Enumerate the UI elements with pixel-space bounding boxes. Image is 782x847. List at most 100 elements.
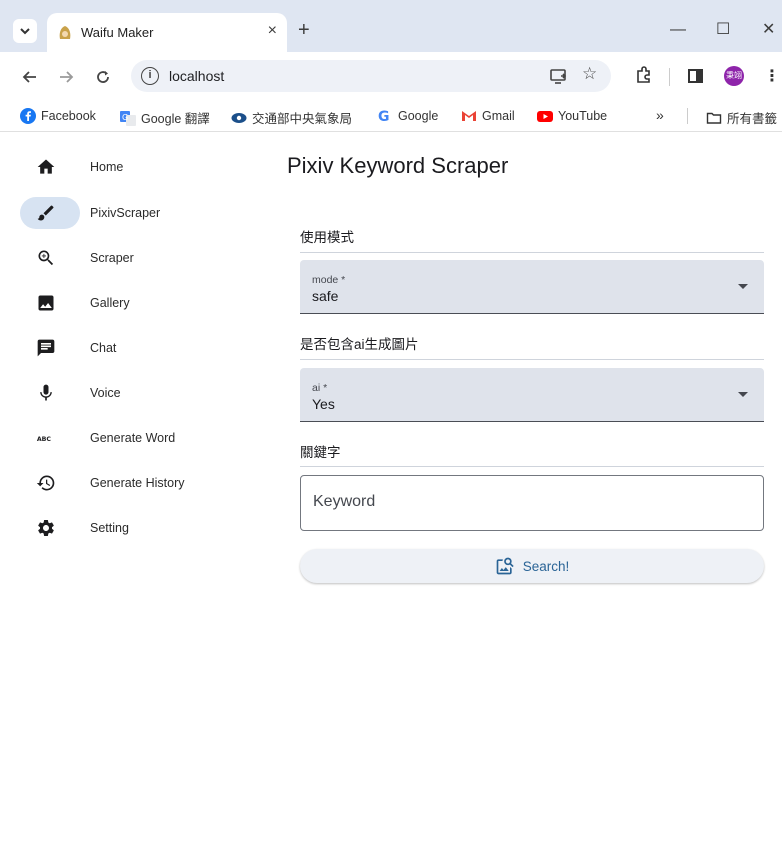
- section-divider: [300, 466, 764, 467]
- sidebar-item-scraper[interactable]: Scraper: [20, 242, 260, 274]
- bookmark-label: 所有書籤: [727, 112, 778, 126]
- app-content: Home PixivScraper Scraper Gallery Chat V…: [0, 133, 782, 847]
- bookmark-youtube[interactable]: YouTube: [537, 108, 607, 124]
- sidebar-item-label: Generate History: [90, 476, 185, 490]
- image-icon: [38, 295, 54, 311]
- brush-icon: [37, 205, 54, 221]
- keyword-input[interactable]: [313, 493, 743, 511]
- history-icon: [36, 475, 55, 491]
- youtube-icon: [537, 111, 553, 122]
- reload-icon[interactable]: [93, 67, 113, 87]
- sidebar-item-home[interactable]: Home: [20, 151, 260, 183]
- google-translate-icon: G: [120, 110, 136, 126]
- sidebar-item-label: Gallery: [90, 296, 130, 310]
- abc-icon: ABC: [37, 436, 52, 443]
- ai-select-value: Yes: [312, 396, 335, 412]
- sidebar-item-generate-word[interactable]: ABC Generate Word: [20, 422, 260, 454]
- tab-title: Waifu Maker: [81, 25, 154, 40]
- address-url[interactable]: localhost: [169, 68, 224, 84]
- keyword-section-heading: 關鍵字: [300, 445, 341, 460]
- mode-select-label: mode *: [312, 274, 346, 286]
- ai-select-label: ai *: [312, 382, 328, 394]
- ai-section-heading: 是否包含ai生成圖片: [300, 337, 419, 352]
- bookmark-google-translate[interactable]: G Google 翻譯: [120, 108, 210, 127]
- page-title: Pixiv Keyword Scraper: [287, 153, 509, 178]
- dropdown-arrow-icon: [738, 392, 748, 397]
- chevron-down-icon: [20, 27, 30, 34]
- bookmark-label: Facebook: [41, 109, 96, 123]
- mode-section-heading: 使用模式: [300, 230, 354, 245]
- sidebar-item-pixivscraper[interactable]: PixivScraper: [20, 197, 260, 229]
- home-icon: [37, 159, 55, 174]
- sidebar-item-generate-history[interactable]: Generate History: [20, 467, 260, 499]
- install-app-icon[interactable]: [549, 66, 569, 86]
- profile-avatar[interactable]: 秉翊: [724, 66, 744, 86]
- bookmark-label: YouTube: [558, 109, 608, 123]
- tab-search-button[interactable]: [13, 19, 37, 43]
- browser-tab[interactable]: Waifu Maker ×: [47, 13, 287, 53]
- section-divider: [300, 359, 764, 360]
- svg-text:G: G: [378, 109, 390, 124]
- mode-select-value: safe: [312, 288, 339, 304]
- sidebar-item-chat[interactable]: Chat: [20, 332, 260, 364]
- window-close-button[interactable]: ✕: [762, 22, 775, 38]
- cwb-icon: [231, 112, 247, 123]
- browser-tabstrip: Waifu Maker × + — ☐ ✕: [0, 0, 782, 53]
- site-info-icon[interactable]: i: [141, 67, 159, 85]
- sidebar-item-label: Chat: [90, 341, 117, 355]
- google-icon: G: [378, 109, 390, 124]
- bookmark-label: 交通部中央氣象局: [252, 112, 353, 126]
- chat-icon: [37, 339, 55, 357]
- bookmark-google[interactable]: G Google: [377, 108, 438, 124]
- sidebar-item-setting[interactable]: Setting: [20, 512, 260, 544]
- svg-text:ABC: ABC: [37, 436, 52, 443]
- bookmark-gmail[interactable]: Gmail: [461, 108, 515, 124]
- sidebar-item-label: Setting: [90, 521, 129, 535]
- extensions-puzzle-icon[interactable]: [634, 65, 654, 85]
- maximize-button[interactable]: ☐: [716, 22, 730, 38]
- bookmark-label: Gmail: [482, 109, 515, 123]
- facebook-icon: [20, 108, 36, 124]
- browser-menu-icon[interactable]: ⋮: [764, 66, 780, 86]
- sidebar-item-label: Scraper: [90, 251, 134, 265]
- bookmark-facebook[interactable]: Facebook: [20, 108, 96, 124]
- bookmark-cwb[interactable]: 交通部中央氣象局: [231, 108, 352, 127]
- zoom-in-icon: [38, 250, 54, 266]
- gear-icon: [38, 520, 54, 536]
- search-button-label: Search!: [522, 558, 570, 574]
- sidebar-item-label: Voice: [90, 386, 121, 400]
- sidebar-item-voice[interactable]: Voice: [20, 377, 260, 409]
- bookmarks-overflow-button[interactable]: »: [656, 107, 664, 123]
- bookmark-label: Google 翻譯: [141, 112, 210, 126]
- address-bar[interactable]: i localhost ☆: [131, 60, 611, 92]
- image-search-icon: [496, 557, 514, 575]
- svg-text:G: G: [122, 113, 128, 122]
- dropdown-arrow-icon: [738, 284, 748, 289]
- waifu-favicon-icon: [59, 26, 71, 39]
- all-bookmarks-folder[interactable]: 所有書籤: [706, 108, 777, 127]
- minimize-button[interactable]: —: [670, 22, 686, 38]
- bookmarks-bar: Facebook G Google 翻譯 交通部中央氣象局 G Google G…: [0, 100, 782, 132]
- section-divider: [300, 252, 764, 253]
- sidebar-item-label: Home: [90, 160, 124, 174]
- back-arrow-icon[interactable]: [20, 67, 40, 87]
- sidebar-item-label: Generate Word: [90, 431, 176, 445]
- forward-arrow-icon[interactable]: [56, 67, 76, 87]
- bookmarks-divider: [687, 108, 688, 124]
- toolbar-divider: [669, 68, 670, 86]
- ai-select[interactable]: ai * Yes: [300, 368, 764, 422]
- search-button[interactable]: Search!: [300, 549, 764, 583]
- gmail-icon: [462, 111, 476, 121]
- new-tab-button[interactable]: +: [298, 20, 310, 40]
- mode-select[interactable]: mode * safe: [300, 260, 764, 314]
- tab-close-icon[interactable]: ×: [268, 22, 277, 40]
- bookmark-label: Google: [398, 109, 439, 123]
- folder-icon: [706, 112, 722, 124]
- mic-icon: [40, 384, 52, 401]
- keyword-field[interactable]: [300, 475, 764, 531]
- sidebar-item-label: PixivScraper: [90, 206, 161, 220]
- sidebar-item-gallery[interactable]: Gallery: [20, 287, 260, 319]
- browser-toolbar: i localhost ☆ 秉翊 ⋮: [0, 52, 782, 100]
- side-panel-icon[interactable]: [688, 69, 703, 83]
- bookmark-star-icon[interactable]: ☆: [582, 64, 597, 84]
